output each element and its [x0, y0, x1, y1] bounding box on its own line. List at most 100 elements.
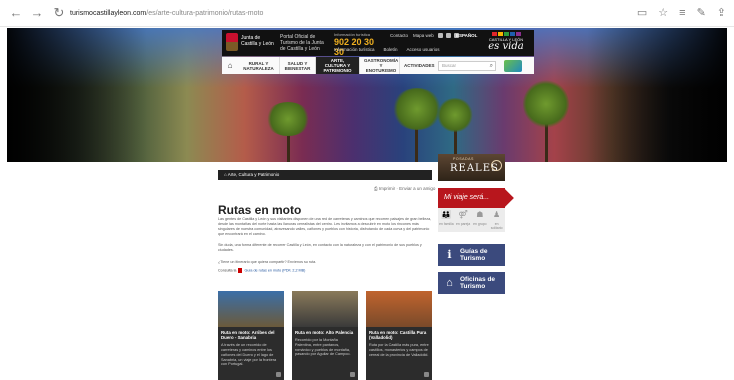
back-icon[interactable]: ← [9, 6, 23, 20]
mi-viaje-label: Mi viaje será... [444, 194, 490, 201]
route-card-desc: Recorrido por la Montaña Palentina, entr… [295, 338, 351, 357]
tourist-offices-link[interactable]: ⌂ Oficinas de Turismo [438, 272, 505, 294]
route-thumbnail[interactable] [366, 291, 432, 327]
tourist-offices-label: Oficinas de Turismo [460, 276, 496, 290]
nav-salud[interactable]: SALUD Y BIENESTAR [280, 57, 316, 74]
intro-paragraph: Las gentes de Castilla y León y sus visi… [218, 217, 432, 237]
arrow-icon [494, 188, 514, 208]
brand-slogan: es vida [488, 41, 524, 52]
brand-bar [497, 32, 503, 36]
facebook-icon[interactable] [446, 33, 451, 38]
route-cards: Ruta en moto: Arribes del Duero - Sanabr… [218, 291, 432, 380]
es-vida-brand[interactable]: CASTILLA Y LEÓN es vida [482, 32, 530, 52]
hero-vignette-left [7, 28, 147, 162]
browser-tools: ▭ ☆ ≡ ✎ ⇪ [637, 6, 726, 20]
crest-icon [226, 33, 238, 51]
language-selector[interactable]: ESPAÑOL [456, 33, 477, 38]
junta-logo[interactable]: Junta de Castilla y León [226, 33, 274, 53]
newsletter-link[interactable]: Boletín [384, 47, 398, 52]
search-icon[interactable]: ⌕ [490, 62, 493, 70]
guide-prefix: Consulta la [218, 268, 237, 273]
trip-option-family[interactable]: 👪 en familia [438, 210, 454, 232]
trip-option-label: en grupo [473, 222, 487, 226]
sitemap-link[interactable]: Mapa web [413, 33, 434, 38]
more-icon[interactable] [424, 372, 429, 377]
breadcrumb-item[interactable]: Arte, Cultura y Patrimonio [228, 172, 280, 177]
nav-actividades[interactable]: ACTIVIDADES [400, 57, 435, 74]
search-placeholder: Buscar [442, 62, 457, 68]
notes-icon[interactable]: ✎ [697, 6, 706, 20]
portal-info-text: Portal Oficial de Turismo de la Junta de… [280, 34, 324, 52]
route-card-desc: A través de un recorrido de carreteras y… [221, 343, 277, 367]
group-icon: ☗ [476, 210, 484, 219]
share-icon[interactable]: ⇪ [717, 6, 726, 20]
search-input[interactable]: Buscar ⌕ [438, 60, 496, 71]
home-icon[interactable]: ⌂ [222, 57, 238, 74]
tourist-info-link[interactable]: Información turística [334, 47, 375, 52]
route-card-desc: Ruta por la Castilla más pura, entre cas… [369, 343, 429, 357]
trip-option-solo[interactable]: ♟ en solitario [489, 210, 505, 232]
url-host: turismocastillayleon.com [70, 10, 147, 17]
header-links: Contacto Mapa web [390, 33, 434, 38]
nav-arte-cultura[interactable]: ARTE, CULTURA Y PATRIMONIO [316, 57, 360, 74]
site-header: Junta de Castilla y León Portal Oficial … [222, 30, 534, 57]
info-person-icon: ℹ [447, 249, 452, 261]
hero-vignette-right [587, 28, 727, 162]
brand-bar [491, 32, 497, 36]
trip-option-label: en familia [439, 222, 454, 226]
more-icon[interactable] [350, 372, 355, 377]
route-thumbnail[interactable] [218, 291, 284, 327]
trip-option-couple[interactable]: ⚤ en pareja [455, 210, 471, 232]
posadas-reales-ad[interactable]: POSADAS REALES [438, 154, 505, 181]
trip-type-options: 👪 en familia ⚤ en pareja ☗ en grupo ♟ en… [438, 208, 505, 232]
seal-icon [491, 160, 502, 171]
guide-pdf-link[interactable]: Guía de rutas en moto (PDF, 2,2 MB) [244, 268, 305, 272]
contact-link[interactable]: Contacto [390, 33, 408, 38]
brand-color-bars [482, 32, 530, 36]
forward-icon[interactable]: → [30, 6, 44, 20]
tree-image [392, 88, 442, 130]
logo-text: Junta de Castilla y León [241, 35, 274, 47]
promo-badge-icon[interactable] [504, 59, 522, 72]
route-card[interactable]: Ruta en moto: Alto Palencia Recorrido po… [292, 291, 358, 380]
nav-gastronomia[interactable]: GASTRONOMÍA Y ENOTURISMO [360, 57, 400, 74]
tree-image [437, 98, 473, 132]
family-icon: 👪 [441, 210, 452, 219]
header-links-secondary: Información turística Boletín Acceso usu… [334, 47, 440, 52]
route-thumbnail[interactable] [292, 291, 358, 327]
tourist-guides-link[interactable]: ℹ Guías de Turismo [438, 244, 505, 266]
pdf-icon [238, 268, 243, 273]
phone-block: Información turística 902 20 30 30 [334, 32, 384, 57]
page-title: Rutas en moto [218, 203, 302, 217]
address-bar[interactable]: turismocastillayleon.com/es/arte-cultura… [70, 7, 610, 20]
hub-icon[interactable]: ≡ [679, 6, 685, 20]
route-card-title[interactable]: Ruta en moto: Arribes del Duero - Sanabr… [218, 327, 284, 340]
route-card[interactable]: Ruta en moto: Arribes del Duero - Sanabr… [218, 291, 284, 380]
brand-bar [515, 32, 521, 36]
main-nav: ⌂ RURAL Y NATURALEZA SALUD Y BIENESTAR A… [222, 57, 534, 74]
twitter-icon[interactable] [438, 33, 443, 38]
share-route-text: ¿Tiene un itinerario que quiera comparti… [218, 260, 317, 264]
trip-option-group[interactable]: ☗ en grupo [472, 210, 488, 232]
reading-view-icon[interactable]: ▭ [637, 6, 647, 20]
url-path: /es/arte-cultura-patrimonio/rutas-moto [146, 10, 264, 17]
browser-toolbar: ← → ↻ turismocastillayleon.com/es/arte-c… [0, 0, 734, 27]
guide-line: Consulta la Guía de rutas en moto (PDF, 2… [218, 268, 432, 274]
route-card[interactable]: Ruta en moto: Castilla Pura (Valladolid)… [366, 291, 432, 380]
trip-option-label: en solitario [490, 222, 503, 230]
print-share-label: Imprimir · Enviar a un amigo [378, 186, 436, 191]
tree-image [265, 102, 311, 136]
print-share-tools[interactable]: ⎙ Imprimir · Enviar a un amigo [374, 186, 435, 191]
more-icon[interactable] [276, 372, 281, 377]
nav-rural[interactable]: RURAL Y NATURALEZA [238, 57, 280, 74]
route-card-title[interactable]: Ruta en moto: Castilla Pura (Valladolid) [366, 327, 432, 340]
favorite-star-icon[interactable]: ☆ [658, 6, 668, 20]
mi-viaje-header: Mi viaje será... [438, 188, 514, 208]
user-access-link[interactable]: Acceso usuarios [407, 47, 440, 52]
trip-option-label: en pareja [456, 222, 471, 226]
breadcrumb: ⌂ Arte, Cultura y Patrimonio [218, 170, 432, 180]
brand-bar [509, 32, 515, 36]
route-card-title[interactable]: Ruta en moto: Alto Palencia [292, 327, 358, 335]
refresh-icon[interactable]: ↻ [52, 6, 66, 20]
tree-image [523, 80, 569, 128]
